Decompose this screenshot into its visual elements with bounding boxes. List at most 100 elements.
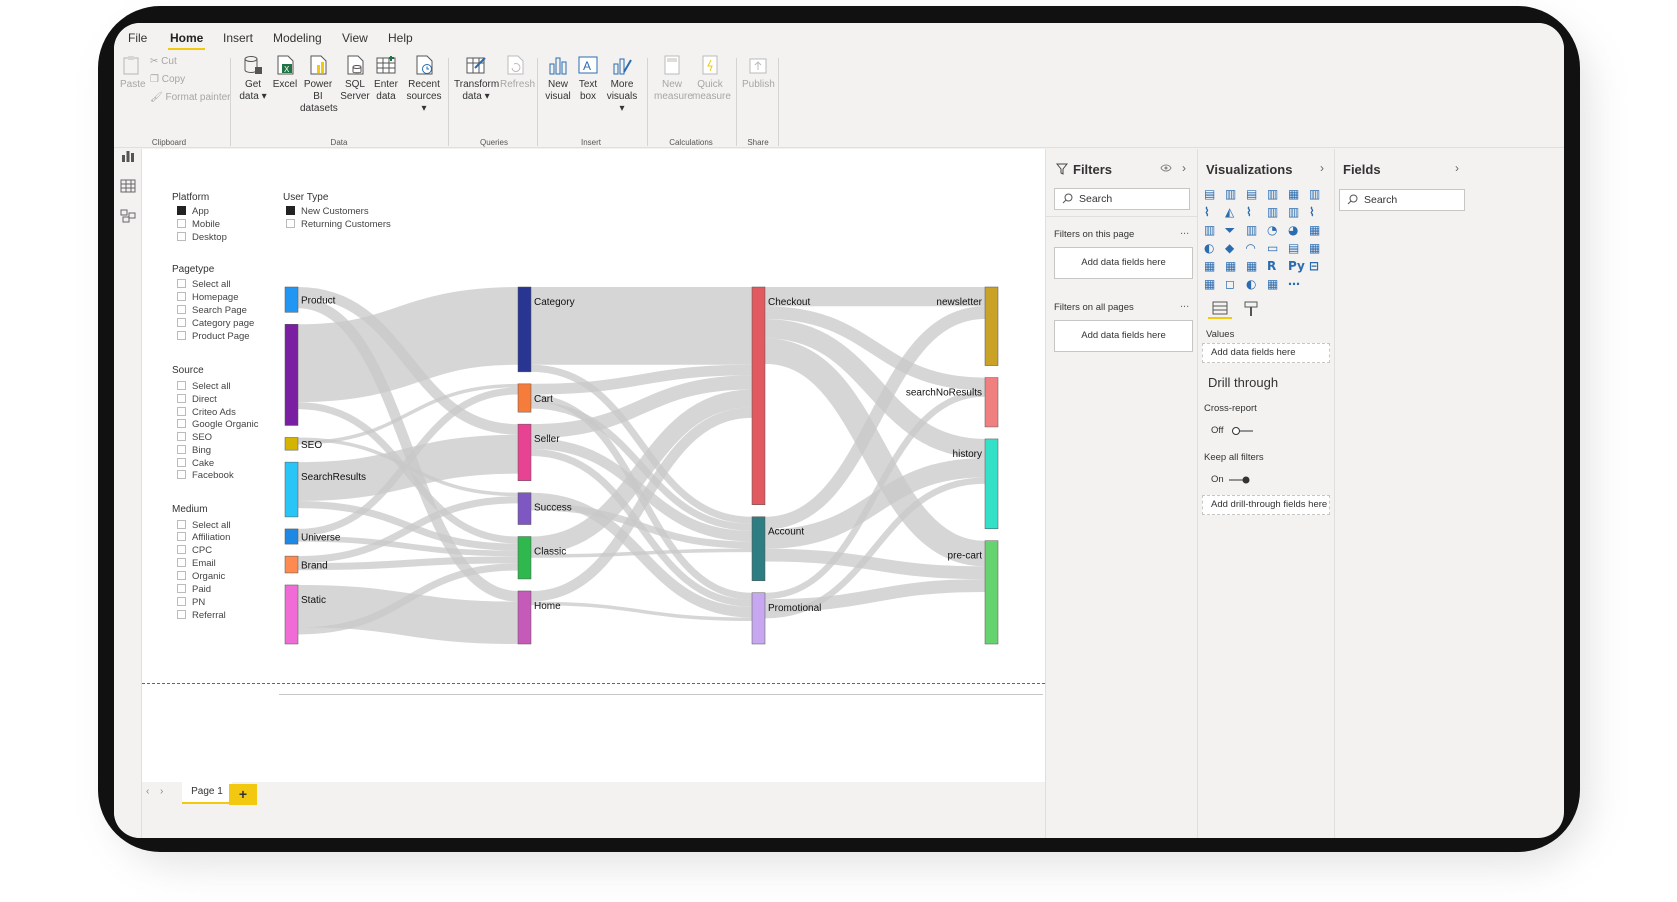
visual-type-icon[interactable]: ◻	[1225, 277, 1235, 291]
visual-type-icon[interactable]: ◠	[1246, 241, 1255, 255]
sankey-link[interactable]	[297, 287, 519, 403]
visual-type-icon[interactable]: ▭	[1267, 241, 1278, 255]
filters-search-input[interactable]: Search	[1054, 188, 1190, 210]
eye-icon[interactable]	[1160, 163, 1172, 173]
values-drop-zone[interactable]: Add data fields here	[1202, 343, 1330, 363]
chevron-right-icon[interactable]: ›	[1182, 161, 1186, 175]
visual-type-icon[interactable]: ▤	[1246, 187, 1257, 201]
format-painter-button[interactable]: 🖌 Format painter	[150, 92, 231, 103]
cut-button[interactable]: ✂ Cut	[150, 56, 177, 67]
visual-type-icon[interactable]: ▦	[1309, 223, 1320, 237]
sankey-node[interactable]	[284, 584, 299, 645]
visual-type-icon[interactable]: ⌇	[1204, 205, 1210, 219]
sankey-node[interactable]	[517, 492, 532, 525]
new-measure-button[interactable]: New measure	[654, 54, 693, 103]
visual-type-icon[interactable]: ▦	[1246, 259, 1257, 273]
visual-type-icon[interactable]: ▦	[1267, 277, 1278, 291]
more-visuals-button[interactable]: More visuals ▾	[604, 54, 640, 115]
visual-type-icon[interactable]: ▦	[1204, 277, 1215, 291]
visual-type-icon[interactable]: ▥	[1309, 187, 1320, 201]
next-page-icon[interactable]: ›	[160, 786, 163, 797]
cross-report-toggle[interactable]	[1232, 426, 1254, 436]
visual-type-icon[interactable]: Py	[1288, 259, 1305, 273]
report-view-icon[interactable]	[120, 149, 136, 163]
fields-well-icon[interactable]	[1212, 301, 1228, 315]
chevron-right-icon[interactable]: ›	[1455, 161, 1459, 175]
visual-type-icon[interactable]: ▥	[1267, 187, 1278, 201]
tab-file[interactable]: File	[128, 31, 147, 45]
copy-button[interactable]: ❐ Copy	[150, 74, 185, 85]
sql-server-button[interactable]: SQL Server	[340, 54, 370, 103]
all-pages-filter-drop-zone[interactable]: Add data fields here	[1054, 320, 1193, 352]
sankey-node[interactable]	[284, 461, 299, 518]
visual-type-icon[interactable]: ▦	[1288, 187, 1299, 201]
excel-button[interactable]: X Excel	[272, 54, 298, 91]
sankey-node[interactable]	[517, 286, 532, 373]
keep-all-filters-toggle[interactable]	[1228, 475, 1250, 485]
sankey-node[interactable]	[984, 540, 999, 645]
visual-type-icon[interactable]: ▦	[1225, 259, 1236, 273]
enter-data-button[interactable]: Enter data	[373, 54, 399, 103]
fields-search-input[interactable]: Search	[1339, 189, 1465, 211]
publish-button[interactable]: Publish	[742, 54, 775, 91]
visual-type-icon[interactable]: ⏷	[1225, 223, 1235, 238]
power-bi-datasets-button[interactable]: Power BI datasets	[300, 54, 338, 115]
tab-home[interactable]: Home	[167, 31, 206, 50]
sankey-chart[interactable]: Product SEO SearchResults Universe Brand Stat…	[142, 149, 1045, 669]
sankey-node[interactable]	[751, 286, 766, 505]
visual-type-icon[interactable]: ⊟	[1309, 259, 1319, 273]
sankey-node[interactable]	[284, 286, 299, 313]
data-view-icon[interactable]	[120, 179, 136, 193]
page-filter-drop-zone[interactable]: Add data fields here	[1054, 247, 1193, 279]
sankey-node[interactable]	[751, 516, 766, 582]
sankey-node[interactable]	[284, 555, 299, 574]
visual-type-icon[interactable]: ⋯	[1288, 277, 1300, 291]
sankey-link[interactable]	[297, 584, 519, 645]
text-box-button[interactable]: A Text box	[575, 54, 601, 103]
visual-type-icon[interactable]: ▤	[1204, 187, 1215, 201]
page-tab[interactable]: Page 1	[182, 782, 232, 804]
sankey-node[interactable]	[284, 437, 299, 451]
new-visual-button[interactable]: New visual	[544, 54, 572, 103]
visual-type-icon[interactable]: ▥	[1204, 223, 1215, 237]
visual-type-icon[interactable]: ◔	[1267, 223, 1277, 237]
chevron-right-icon[interactable]: ›	[1320, 161, 1324, 175]
visual-type-icon[interactable]: ⌇	[1246, 205, 1252, 219]
add-page-button[interactable]: +	[229, 784, 257, 805]
quick-measure-button[interactable]: Quick measure	[692, 54, 731, 103]
sankey-node[interactable]	[517, 423, 532, 481]
sankey-node[interactable]	[984, 286, 999, 366]
sankey-node[interactable]	[284, 324, 299, 426]
visual-type-icon[interactable]: ⌇	[1309, 205, 1315, 219]
get-data-button[interactable]: Get data ▾	[238, 54, 268, 103]
model-view-icon[interactable]	[120, 209, 136, 223]
visual-type-icon[interactable]: ◭	[1225, 205, 1234, 219]
sankey-node[interactable]	[517, 536, 532, 580]
more-options-icon[interactable]: ...	[1180, 298, 1189, 310]
sankey-node[interactable]	[284, 528, 299, 545]
more-options-icon[interactable]: ...	[1180, 225, 1189, 237]
sankey-node[interactable]	[517, 590, 532, 645]
visual-type-icon[interactable]: ▦	[1309, 241, 1320, 255]
visual-type-icon[interactable]: ▤	[1288, 241, 1299, 255]
sankey-node[interactable]	[517, 383, 532, 413]
visual-type-icon[interactable]: ▦	[1204, 259, 1215, 273]
paste-button[interactable]: Paste	[120, 54, 146, 91]
visual-type-icon[interactable]: ▥	[1288, 205, 1299, 219]
paint-roller-icon[interactable]	[1244, 301, 1258, 317]
visual-type-icon[interactable]: ▥	[1246, 223, 1257, 237]
tab-insert[interactable]: Insert	[223, 31, 253, 45]
visual-type-icon[interactable]: R	[1267, 259, 1276, 273]
visual-type-icon[interactable]: ▥	[1267, 205, 1278, 219]
visual-type-icon[interactable]: ◐	[1246, 277, 1256, 291]
visual-type-icon[interactable]: ◐	[1204, 241, 1214, 255]
visual-type-icon[interactable]: ◕	[1288, 223, 1298, 237]
tab-help[interactable]: Help	[388, 31, 413, 45]
sankey-node[interactable]	[984, 438, 999, 529]
recent-sources-button[interactable]: Recent sources ▾	[404, 54, 444, 115]
sankey-node[interactable]	[751, 592, 766, 645]
prev-page-icon[interactable]: ‹	[146, 786, 149, 797]
tab-view[interactable]: View	[342, 31, 368, 45]
visual-type-icon[interactable]: ▥	[1225, 187, 1236, 201]
drill-through-drop-zone[interactable]: Add drill-through fields here	[1202, 495, 1330, 515]
